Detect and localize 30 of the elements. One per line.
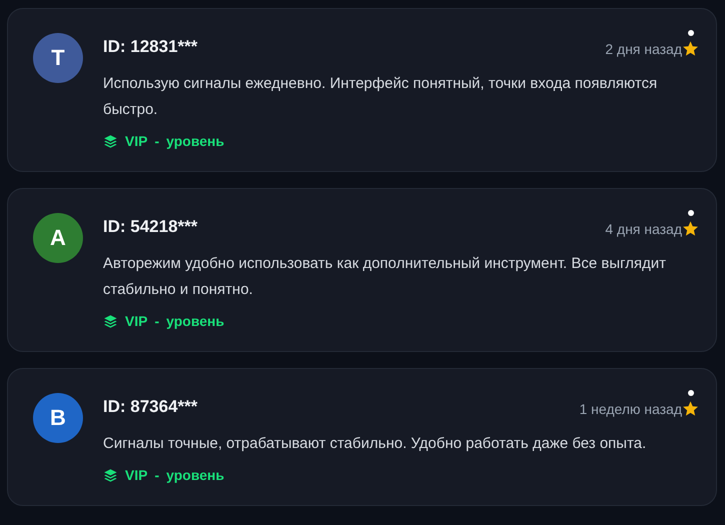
layers-icon: [103, 134, 118, 148]
review-text: Авторежим удобно использовать как дополнительный инструмент. Все выглядит стабильно и понятно.: [103, 254, 668, 300]
review-time: 2 дня назад: [605, 41, 682, 57]
star-icon: [682, 40, 699, 57]
user-id: ID: 54218***: [103, 217, 198, 237]
tier-separator: -: [154, 313, 160, 329]
avatar: B: [33, 393, 83, 443]
status-dot-icon: [688, 30, 694, 36]
star-icon: [682, 400, 699, 417]
avatar: T: [33, 33, 83, 83]
status-dot-icon: [688, 390, 694, 396]
status-dot-icon: [688, 210, 694, 216]
layers-icon: [103, 314, 118, 328]
layers-icon: [103, 468, 118, 482]
review-text: Использую сигналы ежедневно. Интерфейс понятный, точки входа появляются быстро.: [103, 74, 658, 120]
avatar: A: [33, 213, 83, 263]
user-id: ID: 12831***: [103, 37, 198, 57]
star-icon: [682, 220, 699, 237]
tier-suffix: уровень: [166, 133, 224, 149]
user-id: ID: 87364***: [103, 397, 198, 417]
review-time: 4 дня назад: [605, 221, 682, 237]
review-text: Сигналы точные, отрабатывают стабильно. Удобно работать даже без опыта.: [103, 434, 648, 454]
tier-suffix: уровень: [166, 313, 224, 329]
tier-separator: -: [154, 467, 160, 483]
tier-separator: -: [154, 133, 160, 149]
review-time: 1 неделю назад: [579, 401, 682, 417]
tier-label: VIP: [125, 467, 148, 483]
tier-label: VIP: [125, 133, 148, 149]
tier-suffix: уровень: [166, 467, 224, 483]
tier-label: VIP: [125, 313, 148, 329]
